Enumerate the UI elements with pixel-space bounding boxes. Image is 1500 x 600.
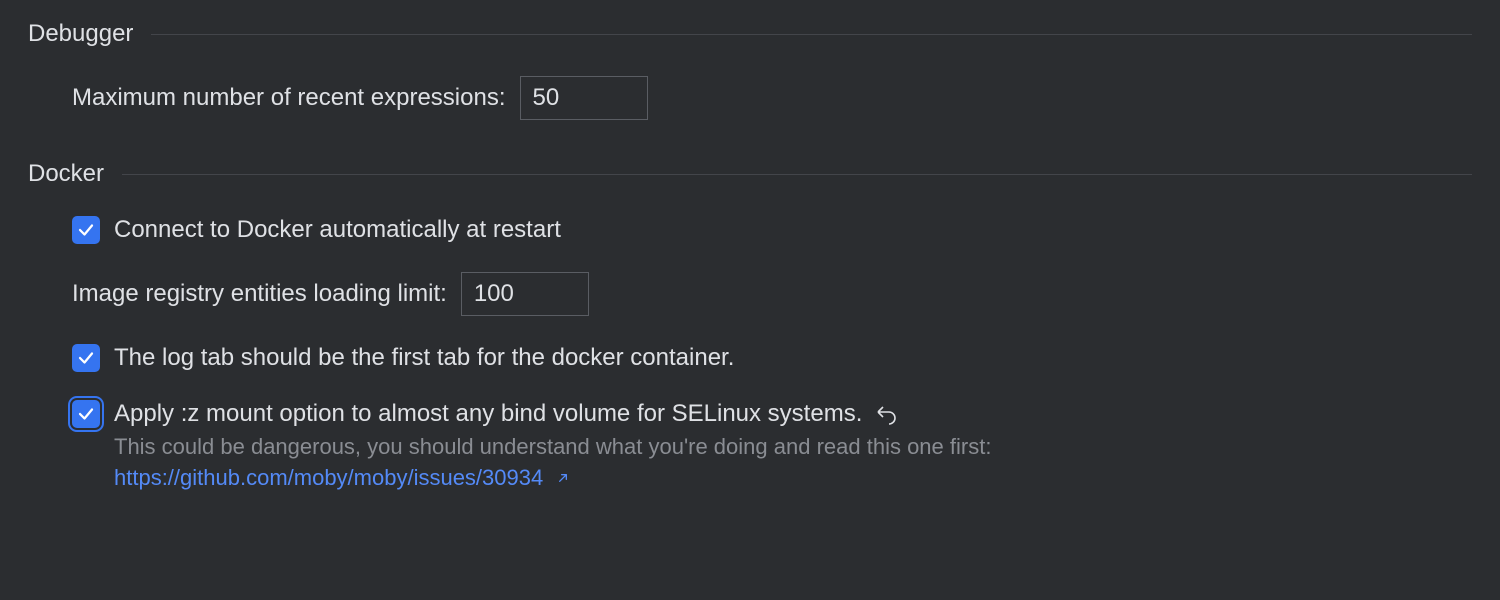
max-recent-expressions-label: Maximum number of recent expressions:	[72, 84, 506, 112]
registry-limit-label: Image registry entities loading limit:	[72, 280, 447, 308]
check-icon	[77, 349, 95, 367]
max-recent-expressions-input[interactable]	[520, 76, 648, 120]
revert-icon[interactable]	[874, 402, 898, 426]
section-divider	[122, 174, 1472, 175]
selinux-z-mount-label[interactable]: Apply :z mount option to almost any bind…	[114, 400, 862, 428]
debugger-section: Debugger Maximum number of recent expres…	[28, 20, 1472, 120]
registry-limit-row: Image registry entities loading limit:	[72, 272, 1472, 316]
docker-section-title: Docker	[28, 160, 104, 188]
check-icon	[77, 405, 95, 423]
debugger-section-body: Maximum number of recent expressions:	[28, 76, 1472, 120]
selinux-z-mount-checkbox[interactable]	[72, 400, 100, 428]
settings-page: Debugger Maximum number of recent expres…	[0, 0, 1500, 554]
check-icon	[77, 221, 95, 239]
docker-section-header: Docker	[28, 160, 1472, 188]
external-link-icon	[555, 470, 571, 486]
registry-limit-input[interactable]	[461, 272, 589, 316]
connect-auto-label[interactable]: Connect to Docker automatically at resta…	[114, 216, 561, 244]
section-divider	[151, 34, 1472, 35]
docker-section-body: Connect to Docker automatically at resta…	[28, 216, 1472, 494]
log-tab-first-label[interactable]: The log tab should be the first tab for …	[114, 344, 734, 372]
selinux-hint-link[interactable]: https://github.com/moby/moby/issues/3093…	[114, 465, 543, 490]
max-recent-expressions-row: Maximum number of recent expressions:	[72, 76, 1472, 120]
connect-auto-row: Connect to Docker automatically at resta…	[72, 216, 1472, 244]
selinux-z-mount-hint: This could be dangerous, you should unde…	[114, 432, 1472, 494]
log-tab-first-checkbox[interactable]	[72, 344, 100, 372]
selinux-hint-text: This could be dangerous, you should unde…	[114, 434, 991, 459]
connect-auto-checkbox[interactable]	[72, 216, 100, 244]
selinux-z-mount-row: Apply :z mount option to almost any bind…	[72, 400, 1472, 428]
debugger-section-title: Debugger	[28, 20, 133, 48]
docker-section: Docker Connect to Docker automatically a…	[28, 160, 1472, 494]
debugger-section-header: Debugger	[28, 20, 1472, 48]
log-tab-first-row: The log tab should be the first tab for …	[72, 344, 1472, 372]
